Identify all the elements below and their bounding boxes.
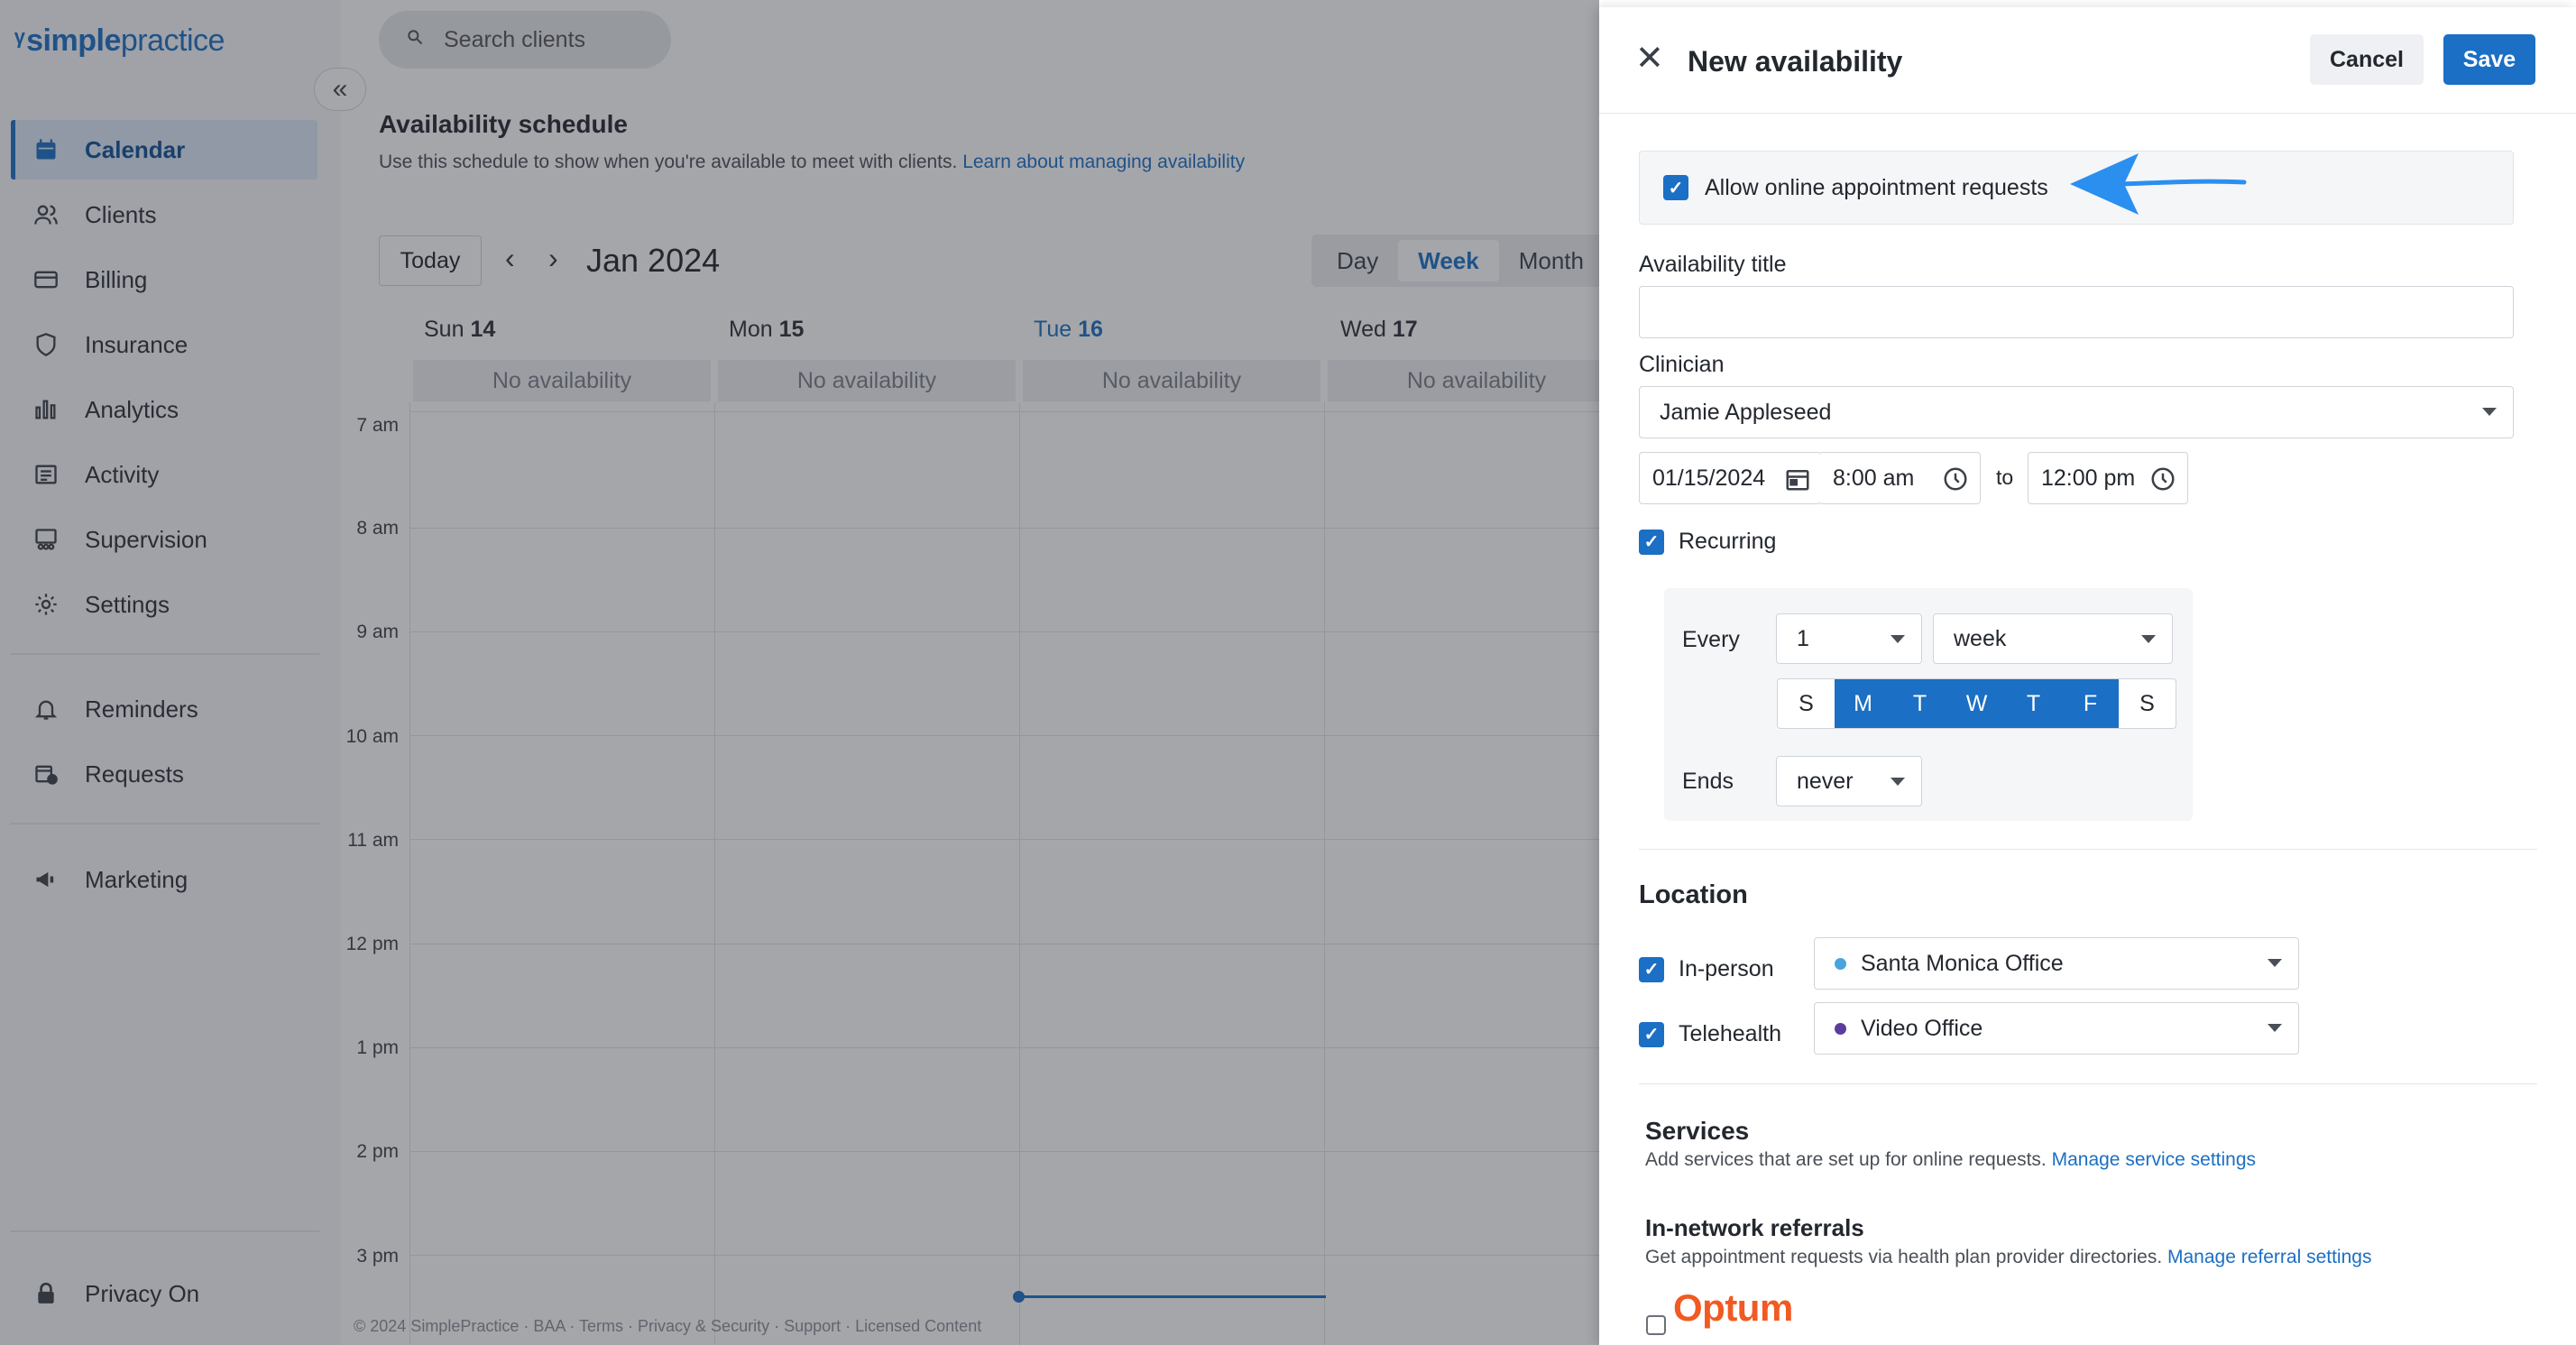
telehealth-checkbox[interactable]: ✓ <box>1639 1021 1664 1047</box>
telehealth-location-select[interactable]: Video Office <box>1814 1002 2299 1055</box>
recurring-row[interactable]: ✓ Recurring <box>1639 529 1776 555</box>
recurring-checkbox[interactable]: ✓ <box>1639 529 1664 555</box>
section-divider <box>1639 849 2537 850</box>
referrals-description: Get appointment requests via health plan… <box>1645 1247 2372 1267</box>
close-button[interactable]: ✕ <box>1635 41 1664 76</box>
optum-logo: Optum <box>1673 1286 1793 1329</box>
location-color-dot <box>1835 957 1846 970</box>
in-person-checkbox[interactable]: ✓ <box>1639 956 1664 982</box>
referrals-heading: In-network referrals <box>1645 1214 1864 1241</box>
clock-icon <box>2149 465 2176 499</box>
save-button[interactable]: Save <box>2443 34 2535 85</box>
allow-online-checkbox[interactable]: ✓ <box>1663 175 1688 200</box>
in-person-location-select[interactable]: Santa Monica Office <box>1814 937 2299 990</box>
weekday-picker: S M T W T F S <box>1777 678 2176 729</box>
every-interval-select[interactable]: 1 <box>1776 613 1922 664</box>
telehealth-row[interactable]: ✓ Telehealth <box>1639 1021 1781 1047</box>
ends-select[interactable]: never <box>1776 756 1922 806</box>
location-heading: Location <box>1639 880 1748 909</box>
availability-title-label: Availability title <box>1639 252 1787 277</box>
caret-down-icon <box>2482 408 2497 416</box>
caret-down-icon <box>1891 635 1905 643</box>
section-divider <box>1639 1083 2537 1084</box>
weekday-tuesday[interactable]: T <box>1891 679 1948 728</box>
close-icon: ✕ <box>1635 40 1664 78</box>
ends-label: Ends <box>1682 769 1734 794</box>
weekday-monday[interactable]: M <box>1835 679 1891 728</box>
weekday-sunday[interactable]: S <box>1778 679 1835 728</box>
drawer-title: New availability <box>1688 45 1903 78</box>
availability-title-input[interactable] <box>1639 286 2514 338</box>
weekday-friday[interactable]: F <box>2062 679 2119 728</box>
optum-checkbox[interactable] <box>1646 1315 1666 1335</box>
caret-down-icon <box>1891 778 1905 786</box>
start-time-input[interactable]: 8:00 am <box>1820 452 1981 504</box>
modal-overlay[interactable] <box>0 0 1599 1345</box>
date-input[interactable]: 01/15/2024 <box>1639 452 1821 504</box>
drawer-header: ✕ New availability Cancel Save <box>1599 7 2576 114</box>
services-description: Add services that are set up for online … <box>1645 1149 2257 1170</box>
weekday-saturday[interactable]: S <box>2119 679 2176 728</box>
in-person-row[interactable]: ✓ In-person <box>1639 956 1774 982</box>
services-heading: Services <box>1645 1117 1750 1145</box>
every-label: Every <box>1682 627 1740 652</box>
clinician-label: Clinician <box>1639 352 1725 377</box>
location-color-dot <box>1835 1022 1846 1035</box>
annotation-arrow-icon <box>2070 153 2247 215</box>
caret-down-icon <box>2268 1024 2282 1032</box>
recurrence-panel: Every 1 week S M T W T F S Ends never <box>1664 588 2193 821</box>
calendar-picker-icon[interactable] <box>1784 465 1811 499</box>
end-time-input[interactable]: 12:00 pm <box>2028 452 2188 504</box>
caret-down-icon <box>2141 635 2156 643</box>
clock-icon <box>1942 465 1969 499</box>
weekday-thursday[interactable]: T <box>2005 679 2062 728</box>
caret-down-icon <box>2268 959 2282 967</box>
every-unit-select[interactable]: week <box>1933 613 2173 664</box>
manage-service-settings-link[interactable]: Manage service settings <box>2052 1149 2256 1170</box>
new-availability-drawer: ✕ New availability Cancel Save ✓ Allow o… <box>1599 7 2576 1345</box>
cancel-button[interactable]: Cancel <box>2310 34 2424 85</box>
clinician-select[interactable]: Jamie Appleseed <box>1639 386 2514 438</box>
manage-referral-settings-link[interactable]: Manage referral settings <box>2167 1247 2371 1267</box>
to-label: to <box>1996 465 2014 489</box>
weekday-wednesday[interactable]: W <box>1948 679 2005 728</box>
